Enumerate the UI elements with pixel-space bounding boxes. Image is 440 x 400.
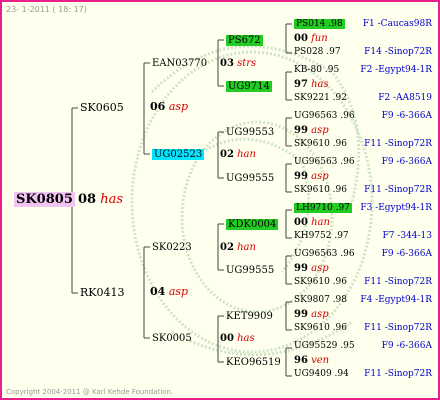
gen5-breeder-info: 99 asp: [294, 263, 329, 274]
gen5-ring[interactable]: PS014 .98: [294, 18, 345, 31]
gen3-breeder-info-4: 00 has: [220, 333, 255, 344]
dam-breeder-info: 04 asp: [150, 285, 189, 298]
gen5-classification: F9 -6-366A: [381, 341, 432, 351]
gen5-classification: F1 -Caucas98R: [362, 19, 432, 29]
gen4-ring-6[interactable]: UG99555: [226, 264, 274, 277]
gen5-breeder-info: 99 asp: [294, 125, 329, 136]
gen3-breeder-info-1: 03 strs: [220, 58, 257, 69]
gen5-classification: F11 -Sinop72R: [364, 277, 432, 287]
gen5-ring[interactable]: SK9610 .96: [294, 184, 347, 197]
gen5-ring[interactable]: SK9610 .96: [294, 276, 347, 289]
subject-breeder-info: 08 has: [78, 192, 124, 207]
gen5-ring[interactable]: LH9710 .97: [294, 202, 352, 215]
gen5-breeder-info: 00 han: [294, 217, 330, 228]
gen5-breeder-info: 96 ven: [294, 355, 330, 366]
gen5-classification: F11 -Sinop72R: [364, 185, 432, 195]
gen4-ring-5[interactable]: KDK0004: [226, 218, 279, 231]
gen5-classification: F9 -6-366A: [381, 157, 432, 167]
gen3-breeder-info-3: 02 han: [220, 242, 256, 253]
gen3-breeder-info-2: 02 han: [220, 149, 256, 160]
gen4-ring-2[interactable]: UG9714: [226, 80, 272, 93]
gen5-classification: F9 -6-366A: [381, 249, 432, 259]
copyright-footer: Copyright 2004-2011 @ Karl Kehde Foundat…: [6, 388, 174, 396]
gen5-ring[interactable]: UG9409 .94: [294, 368, 349, 381]
gen5-breeder-info: 99 asp: [294, 171, 329, 182]
pedigree-panel: 23- 1-2011 ( 18: 17) Copyright 2004-2011…: [0, 0, 440, 400]
gen5-ring[interactable]: UG96563 .96: [294, 156, 355, 169]
dam-ring[interactable]: RK0413: [80, 286, 125, 299]
gen5-ring[interactable]: UG96563 .96: [294, 110, 355, 123]
gen5-ring[interactable]: KB-80 .95: [294, 64, 339, 77]
gen5-classification: F2 -AA8519: [378, 93, 432, 103]
gen4-ring-3[interactable]: UG99553: [226, 126, 274, 139]
gen5-classification: F4 -Egypt94-1R: [360, 295, 432, 305]
gen5-ring[interactable]: SK9221 .92: [294, 92, 347, 105]
gen5-classification: F11 -Sinop72R: [364, 139, 432, 149]
gen5-ring[interactable]: SK9610 .96: [294, 138, 347, 151]
gen5-breeder-info: 00 fun: [294, 33, 328, 44]
gen5-ring[interactable]: UG95529 .95: [294, 340, 355, 353]
gen4-ring-7[interactable]: KET9909: [226, 310, 273, 323]
gen5-ring[interactable]: PS028 .97: [294, 46, 341, 59]
gen5-classification: F9 -6-366A: [381, 111, 432, 121]
gen5-ring[interactable]: UG96563 .96: [294, 248, 355, 261]
subject-bird[interactable]: SK0805: [14, 192, 75, 208]
gen5-breeder-info: 99 asp: [294, 309, 329, 320]
gen4-ring-8[interactable]: KEO96519: [226, 356, 281, 369]
sire-ring[interactable]: SK0605: [80, 101, 124, 114]
gen5-classification: F11 -Sinop72R: [364, 323, 432, 333]
sire-breeder-info: 06 asp: [150, 100, 189, 113]
gen5-classification: F2 -Egypt94-1R: [360, 65, 432, 75]
gen4-ring-1[interactable]: PS672: [226, 34, 263, 47]
report-timestamp: 23- 1-2011 ( 18: 17): [6, 5, 87, 14]
gen5-classification: F3 -Egypt94-1R: [360, 203, 432, 213]
gen5-ring[interactable]: SK9610 .96: [294, 322, 347, 335]
gen4-ring-4[interactable]: UG99555: [226, 172, 274, 185]
gen5-ring[interactable]: SK9807 .98: [294, 294, 347, 307]
gen3-ring-4[interactable]: SK0005: [152, 332, 192, 345]
gen5-classification: F11 -Sinop72R: [364, 369, 432, 379]
gen5-classification: F7 -344-13: [382, 231, 432, 241]
gen3-ring-1[interactable]: EAN03770: [152, 57, 207, 70]
gen5-ring[interactable]: KH9752 .97: [294, 230, 349, 243]
gen3-ring-3[interactable]: SK0223: [152, 241, 192, 254]
gen5-breeder-info: 97 has: [294, 79, 329, 90]
subject-ring: SK0805: [14, 192, 75, 207]
gen3-ring-2[interactable]: UG02523: [152, 148, 205, 161]
gen5-classification: F14 -Sinop72R: [364, 47, 432, 57]
